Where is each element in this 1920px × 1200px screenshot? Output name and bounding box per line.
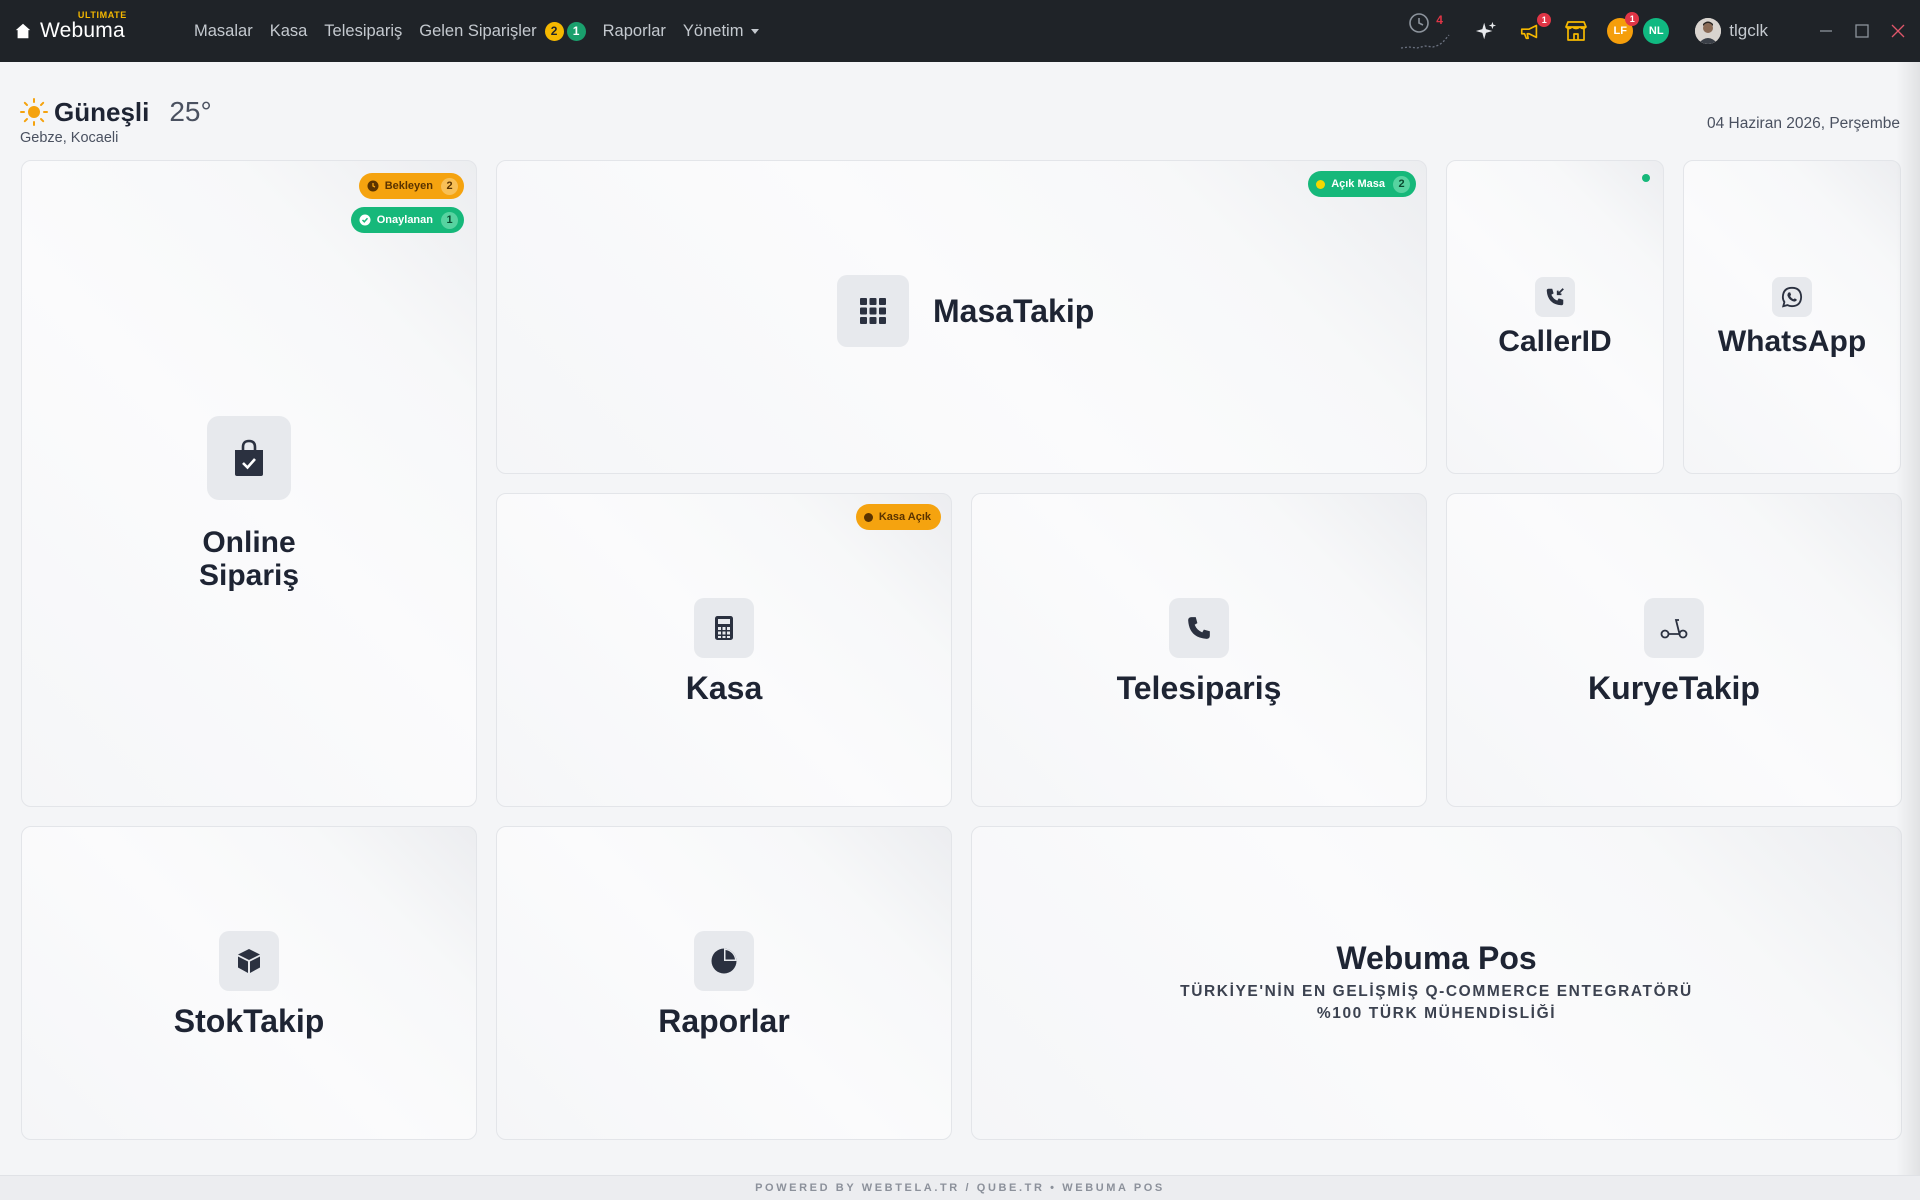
- nav-kasa[interactable]: Kasa: [270, 22, 308, 41]
- nav-yonetim-dropdown[interactable]: Yönetim: [683, 22, 760, 41]
- username: tlgclk: [1729, 21, 1768, 40]
- pill-count: 2: [1393, 175, 1410, 193]
- tile-title: Online Sipariş: [199, 526, 299, 592]
- sun-icon: [20, 98, 48, 126]
- weather-location: Gebze, Kocaeli: [20, 130, 119, 146]
- nav-gelen-siparisler[interactable]: Gelen Siparişler 2 1: [419, 21, 586, 41]
- maximize-button[interactable]: [1844, 0, 1880, 62]
- nav-masalar[interactable]: Masalar: [194, 22, 253, 41]
- nav-raporlar[interactable]: Raporlar: [603, 22, 666, 41]
- user-avatar-nl[interactable]: NL: [1643, 18, 1670, 44]
- status-dot: [1316, 179, 1326, 189]
- online-status-dot: [1642, 174, 1650, 182]
- tile-title: Raporlar: [658, 1003, 790, 1039]
- minimize-button[interactable]: [1808, 0, 1844, 62]
- history-widget[interactable]: 4: [1399, 9, 1455, 53]
- tile-title: MasaTakip: [933, 292, 1095, 329]
- nav-label: Yönetim: [682, 21, 744, 40]
- history-count: 4: [1436, 13, 1443, 27]
- tile-whatsapp[interactable]: WhatsApp: [1683, 160, 1901, 474]
- grid-icon: [837, 275, 909, 347]
- clock-icon: [1401, 13, 1450, 49]
- pending-orders-badge: 2: [544, 21, 564, 41]
- announcement-count: 1: [1537, 13, 1552, 27]
- tile-title-line: Online: [202, 525, 296, 559]
- tile-title-line: Sipariş: [198, 558, 300, 592]
- maximize-icon: [1855, 24, 1869, 38]
- scooter-icon: [1644, 598, 1704, 658]
- avatar-badge: 1: [1625, 12, 1640, 26]
- box-icon: [219, 931, 279, 991]
- tile-title: WhatsApp: [1717, 325, 1867, 358]
- chevron-down-icon: [751, 28, 760, 34]
- weather-widget: Güneşli 25° Gebze, Kocaeli: [20, 96, 212, 146]
- weather-condition: Güneşli: [54, 96, 150, 127]
- brand[interactable]: Webuma ULTIMATE: [14, 0, 127, 62]
- nav-telesiparis[interactable]: Telesipariş: [324, 22, 402, 41]
- ai-sparkle-button[interactable]: [1473, 18, 1499, 44]
- tile-stoktakip[interactable]: StokTakip: [21, 826, 477, 1140]
- store-icon: [1565, 21, 1588, 41]
- tile-telesiparis[interactable]: Telesipariş: [971, 493, 1427, 807]
- nav-label: Masalar: [194, 21, 253, 40]
- announcements-button[interactable]: 1: [1517, 13, 1552, 44]
- approved-orders-badge: 1: [566, 21, 586, 41]
- avatar: NL: [1643, 18, 1670, 44]
- tagline: TÜRKİYE'NİN EN GELİŞMİŞ Q-COMMERCE ENTEG…: [1180, 983, 1693, 1000]
- tile-title: Telesipariş: [1116, 670, 1282, 706]
- store-button[interactable]: [1563, 18, 1589, 44]
- tile-title: StokTakip: [173, 1003, 325, 1039]
- user-menu[interactable]: tlgclk: [1695, 18, 1768, 44]
- cash-open-pill: Kasa Açık: [855, 504, 941, 530]
- shopping-bag-icon: [207, 415, 291, 500]
- pending-label: Bekleyen: [384, 180, 433, 192]
- clock-icon: [367, 180, 379, 192]
- nav-label: Kasa: [269, 21, 308, 40]
- nav-label: Raporlar: [602, 21, 666, 40]
- tile-online-siparis[interactable]: Bekleyen 2 Onaylanan 1 Online Sipariş: [21, 160, 477, 807]
- pending-pill: Bekleyen 2: [358, 173, 464, 199]
- home-icon: [15, 23, 31, 39]
- tile-title: Kasa: [685, 670, 763, 706]
- weather-temperature: 25°: [169, 96, 212, 127]
- edition-badge: ULTIMATE: [77, 10, 127, 20]
- tile-title: KuryeTakip: [1588, 670, 1760, 706]
- open-table-pill: Açık Masa 2: [1308, 171, 1416, 197]
- phone-incoming-icon: [1535, 277, 1575, 317]
- current-date: 04 Haziran 2026, Perşembe: [1706, 115, 1900, 132]
- tile-title: CallerID: [1498, 325, 1612, 358]
- whatsapp-icon: [1772, 277, 1812, 317]
- sparkle-icon: [1476, 21, 1497, 40]
- user-avatar-lf[interactable]: LF 1: [1607, 12, 1640, 44]
- tile-callerid[interactable]: CallerID: [1446, 160, 1664, 474]
- nav-label: Telesipariş: [324, 21, 403, 40]
- pie-chart-icon: [694, 931, 754, 991]
- tile-masatakip[interactable]: Açık Masa 2 MasaTakip: [496, 160, 1427, 474]
- pill-label: Kasa Açık: [878, 511, 931, 523]
- nav-label: Gelen Siparişler: [419, 21, 537, 40]
- close-icon: [1891, 24, 1905, 38]
- pending-count: 2: [441, 177, 458, 195]
- pill-label: Açık Masa: [1331, 178, 1385, 190]
- minimize-icon: [1820, 30, 1832, 32]
- brand-name: Webuma ULTIMATE: [40, 10, 127, 42]
- status-dot: [863, 512, 873, 522]
- main-nav: Masalar Kasa Telesipariş Gelen Siparişle…: [194, 0, 776, 62]
- top-navbar: Webuma ULTIMATE Masalar Kasa Telesipariş …: [0, 0, 1920, 62]
- topbar-right: 4 1 LF 1 NL tlgclk: [1399, 0, 1920, 62]
- tile-raporlar[interactable]: Raporlar: [496, 826, 952, 1140]
- calculator-icon: [694, 598, 754, 658]
- phone-icon: [1169, 598, 1229, 658]
- footer: POWERED BY WEBTELA.TR / QUBE.TR • WEBUMA…: [0, 1175, 1920, 1200]
- tile-title: Webuma Pos: [1336, 940, 1537, 976]
- tile-webuma-pos[interactable]: Webuma Pos TÜRKİYE'NİN EN GELİŞMİŞ Q-COM…: [971, 826, 1902, 1140]
- user-photo: [1695, 18, 1722, 44]
- tile-kasa[interactable]: Kasa Açık Kasa: [496, 493, 952, 807]
- close-button[interactable]: [1880, 0, 1916, 62]
- tile-kuryetakip[interactable]: KuryeTakip: [1446, 493, 1902, 807]
- tagline-secondary: %100 TÜRK MÜHENDİSLİĞİ: [1316, 1005, 1557, 1022]
